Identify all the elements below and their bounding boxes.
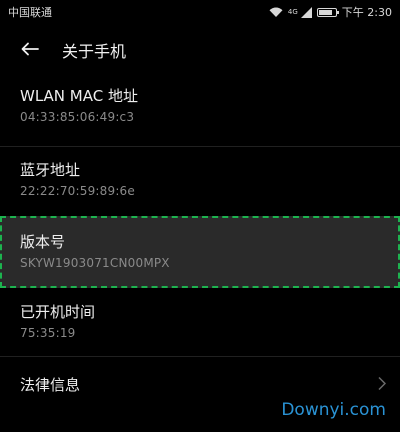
item-label: 蓝牙地址 [20, 161, 81, 179]
item-value: SKYW1903071CN00MPX [20, 256, 170, 270]
battery-icon [316, 7, 339, 17]
watermark: Downyi.com [281, 400, 386, 420]
item-label: 版本号 [20, 233, 66, 251]
item-value: 22:22:70:59:89:6e [20, 184, 135, 198]
item-value: 75:35:19 [20, 326, 76, 340]
chevron-right-icon [378, 376, 387, 395]
arrow-left-icon [21, 41, 39, 60]
list-item-build-number[interactable]: 版本号 SKYW1903071CN00MPX [0, 216, 400, 288]
list-item-wlan-mac[interactable]: WLAN MAC 地址 04:33:85:06:49:c3 [0, 86, 400, 125]
back-button[interactable] [0, 24, 60, 76]
network-type-label: 4G [287, 8, 298, 16]
list-item-bluetooth-address[interactable]: 蓝牙地址 22:22:70:59:89:6e [0, 160, 400, 199]
signal-icon [300, 6, 312, 18]
item-label: 已开机时间 [20, 303, 96, 321]
item-value: 04:33:85:06:49:c3 [20, 110, 135, 124]
app-header: 关于手机 [0, 24, 400, 76]
item-label: WLAN MAC 地址 [20, 87, 138, 105]
list-item-uptime[interactable]: 已开机时间 75:35:19 [0, 302, 400, 341]
item-label: 法律信息 [20, 376, 81, 394]
carrier-label: 中国联通 [8, 6, 52, 19]
divider [0, 146, 400, 147]
wifi-icon [269, 7, 283, 18]
clock: 下午 2:30 [341, 6, 392, 19]
status-bar: 中国联通 4G 下午 2:30 [0, 0, 400, 24]
page-title: 关于手机 [62, 42, 127, 61]
